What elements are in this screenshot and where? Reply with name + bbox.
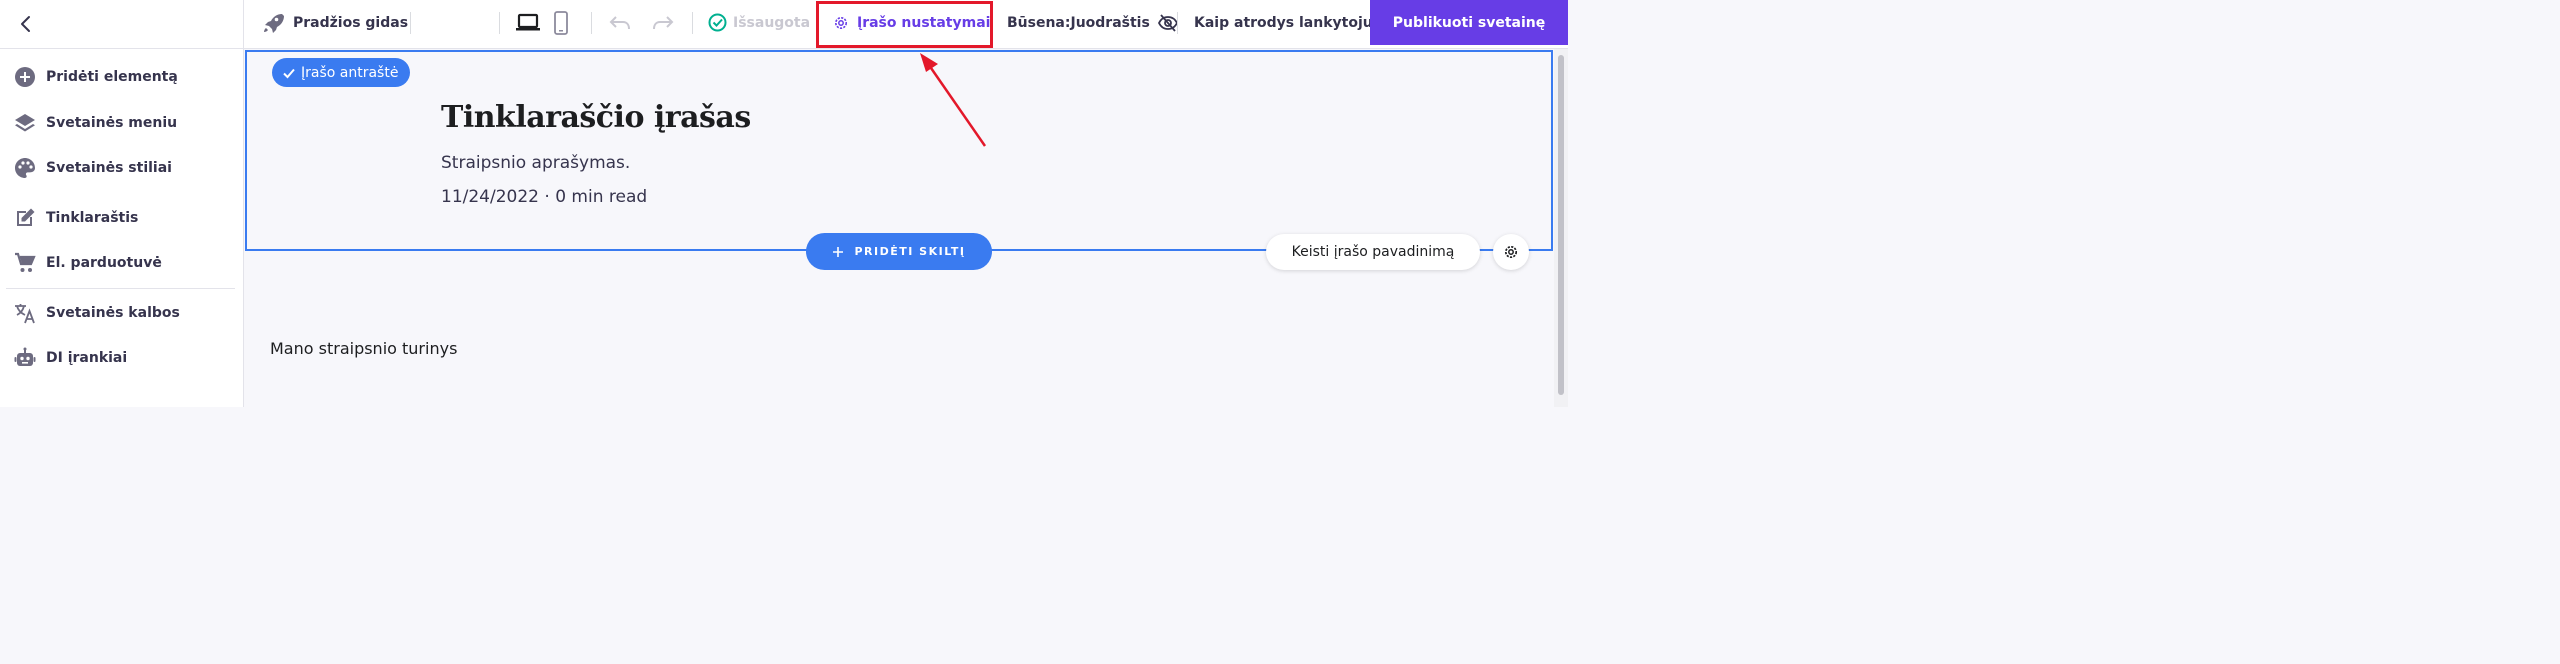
toolbar-separator bbox=[591, 12, 592, 34]
sidebar-item-label: Pridėti elementą bbox=[46, 69, 178, 85]
sidebar-item-label: El. parduotuvė bbox=[46, 255, 162, 271]
undo-icon bbox=[609, 15, 630, 29]
plus-circle-icon bbox=[14, 66, 36, 88]
eye-off-icon bbox=[1157, 13, 1178, 32]
add-section-label: PRIDĖTI SKILTĮ bbox=[854, 245, 966, 258]
plus-icon bbox=[833, 246, 844, 257]
palette-icon bbox=[14, 157, 36, 179]
gear-icon bbox=[1504, 245, 1518, 259]
rename-post-button[interactable]: Keisti įrašo pavadinimą bbox=[1266, 234, 1480, 270]
post-title[interactable]: Tinklaraščio įrašas bbox=[441, 100, 751, 135]
add-section-button[interactable]: PRIDĖTI SKILTĮ bbox=[806, 233, 992, 270]
redo-icon bbox=[653, 15, 674, 29]
publish-button[interactable]: Publikuoti svetainę bbox=[1370, 0, 1568, 45]
preview-button[interactable]: Kaip atrodys lankytojui bbox=[1194, 0, 1378, 45]
layers-icon bbox=[14, 112, 36, 134]
toolbar-separator bbox=[692, 12, 693, 34]
post-meta: 11/24/2022 · 0 min read bbox=[441, 187, 648, 207]
sidebar-item-ai-tools[interactable]: DI įrankiai bbox=[0, 340, 244, 376]
rocket-icon bbox=[264, 13, 284, 33]
toolbar-separator bbox=[1177, 12, 1178, 34]
sidebar-item-label: Svetainės stiliai bbox=[46, 160, 172, 176]
saved-status: Išsaugota bbox=[708, 0, 810, 45]
mobile-view-button[interactable] bbox=[553, 0, 569, 45]
post-settings-label: Įrašo nustatymai bbox=[857, 14, 991, 31]
sidebar-item-site-styles[interactable]: Svetainės stiliai bbox=[0, 150, 244, 186]
translate-icon bbox=[14, 302, 36, 324]
post-header-section[interactable]: Įrašo antraštė Tinklaraščio įrašas Strai… bbox=[245, 50, 1553, 251]
publish-label: Publikuoti svetainę bbox=[1392, 14, 1546, 31]
sidebar-item-languages[interactable]: Svetainės kalbos bbox=[0, 295, 244, 331]
scrollbar-thumb[interactable] bbox=[1558, 55, 1564, 395]
sidebar-item-label: Svetainės kalbos bbox=[46, 305, 180, 321]
post-settings-button[interactable]: Įrašo nustatymai bbox=[833, 0, 990, 45]
sidebar-item-label: DI įrankiai bbox=[46, 350, 128, 366]
desktop-view-button[interactable] bbox=[515, 0, 541, 45]
status-label: Būsena:Juodraštis bbox=[1007, 14, 1150, 31]
guide-label: Pradžios gidas bbox=[293, 14, 409, 31]
top-toolbar: Pradžios gidas Išsaugota Įrašo nustatyma… bbox=[244, 0, 1568, 49]
redo-button[interactable] bbox=[651, 0, 675, 45]
sidebar: Pridėti elementą Svetainės meniu Svetain… bbox=[0, 0, 244, 407]
sidebar-item-label: Tinklaraštis bbox=[46, 210, 139, 226]
sidebar-divider bbox=[6, 288, 235, 289]
undo-button[interactable] bbox=[608, 0, 632, 45]
phone-icon bbox=[554, 10, 568, 35]
post-content[interactable]: Mano straipsnio turinys bbox=[270, 339, 457, 358]
sidebar-item-label: Svetainės meniu bbox=[46, 115, 178, 131]
getting-started-guide[interactable]: Pradžios gidas bbox=[262, 0, 408, 45]
chevron-left-icon bbox=[21, 16, 30, 32]
sidebar-item-add-element[interactable]: Pridėti elementą bbox=[0, 59, 244, 95]
toolbar-separator bbox=[499, 12, 500, 34]
gear-icon bbox=[835, 16, 847, 29]
cart-icon bbox=[14, 252, 36, 274]
editor-canvas: Įrašo antraštė Tinklaraščio įrašas Strai… bbox=[244, 49, 1554, 407]
robot-icon bbox=[14, 347, 36, 369]
status-draft[interactable]: Būsena:Juodraštis bbox=[1007, 0, 1178, 45]
sidebar-item-eshop[interactable]: El. parduotuvė bbox=[0, 245, 244, 281]
sidebar-item-site-menu[interactable]: Svetainės meniu bbox=[0, 105, 244, 141]
preview-label: Kaip atrodys lankytojui bbox=[1194, 14, 1378, 31]
toolbar-separator bbox=[410, 12, 411, 34]
check-icon bbox=[283, 68, 295, 78]
rename-label: Keisti įrašo pavadinimą bbox=[1291, 244, 1455, 260]
scrollbar[interactable] bbox=[1554, 49, 1568, 407]
back-button[interactable] bbox=[0, 0, 243, 49]
section-settings-button[interactable] bbox=[1493, 234, 1529, 270]
post-header-badge: Įrašo antraštė bbox=[272, 58, 411, 87]
laptop-icon bbox=[516, 13, 540, 30]
edit-icon bbox=[14, 207, 36, 229]
badge-label: Įrašo antraštė bbox=[301, 64, 399, 81]
sidebar-item-blog[interactable]: Tinklaraštis bbox=[0, 200, 244, 236]
check-circle-icon bbox=[708, 13, 727, 32]
post-description[interactable]: Straipsnio aprašymas. bbox=[441, 153, 630, 173]
saved-label: Išsaugota bbox=[733, 14, 811, 31]
